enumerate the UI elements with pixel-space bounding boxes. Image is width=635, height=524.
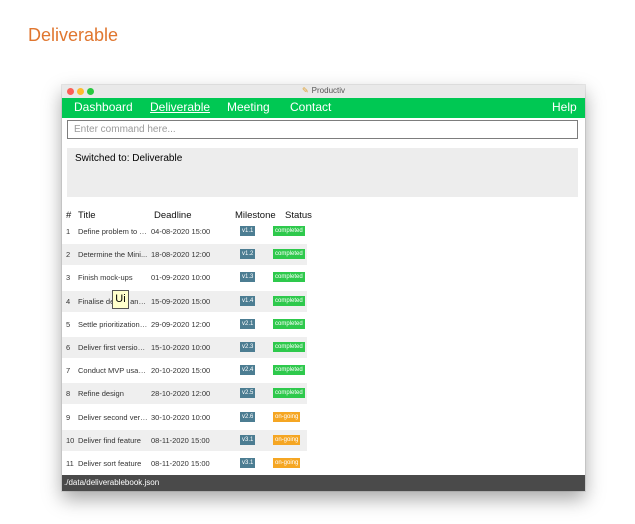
status-badge: completed	[273, 388, 305, 399]
item-deadline: 28-10-2020 12:00	[151, 389, 211, 399]
status-badge: completed	[273, 295, 305, 306]
milestone-badge: v2.5	[240, 388, 256, 399]
item-title: Finish mock-ups	[78, 273, 133, 283]
result-display: Switched to: Deliverable	[67, 148, 578, 197]
milestone-badge: v3.1	[240, 458, 256, 468]
item-number: 5	[66, 319, 71, 329]
item-deadline: 15-09-2020 15:00	[151, 296, 211, 306]
milestone-badge: v2.3	[240, 342, 256, 352]
status-badge: on-going	[273, 458, 301, 468]
menu-meeting[interactable]: Meeting	[227, 100, 270, 114]
list-item[interactable]: 6 Deliver first version ... 15-10-2020 10:…	[62, 337, 307, 358]
item-number: 6	[66, 343, 71, 352]
header-status: Status	[285, 210, 312, 221]
item-title: Refine design	[78, 389, 124, 399]
item-number: 3	[66, 273, 71, 283]
menu-dashboard[interactable]: Dashboard	[74, 100, 133, 114]
item-deadline: 15-10-2020 10:00	[151, 343, 211, 352]
item-deadline: 04-08-2020 15:00	[151, 227, 211, 236]
menu-deliverable[interactable]: Deliverable	[150, 100, 210, 114]
item-deadline: 29-09-2020 12:00	[151, 319, 211, 329]
item-title: Deliver first version ...	[78, 343, 148, 352]
item-number: 2	[66, 250, 71, 260]
milestone-badge: v1.4	[240, 295, 256, 306]
app-window: ✎ Productiv Dashboard Deliverable Meeting…	[62, 85, 585, 491]
milestone-badge: v1.2	[240, 249, 256, 260]
item-number: 4	[66, 296, 71, 306]
menu-contact[interactable]: Contact	[290, 100, 331, 114]
app-icon: ✎	[301, 86, 309, 95]
status-badge: on-going	[273, 411, 301, 422]
item-number: 9	[66, 412, 71, 422]
item-deadline: 08-11-2020 15:00	[151, 435, 210, 445]
result-text: Switched to: Deliverable	[75, 153, 183, 164]
item-number: 8	[66, 389, 71, 399]
window-title: ✎ Productiv	[62, 86, 585, 95]
menu-bar: Dashboard Deliverable Meeting Contact He…	[62, 98, 585, 118]
status-badge: completed	[273, 249, 305, 260]
milestone-badge: v2.4	[240, 365, 256, 376]
milestone-badge: v1.1	[240, 226, 256, 236]
item-title: Define problem to s...	[78, 227, 148, 236]
status-bar-path: ./data/deliverablebook.json	[64, 478, 160, 487]
item-deadline: 20-10-2020 15:00	[151, 366, 211, 376]
item-number: 7	[66, 366, 71, 376]
page-heading: Deliverable	[28, 25, 119, 45]
list-item[interactable]: 2 Determine the Mini... 18-08-2020 12:00 v1…	[62, 244, 307, 266]
item-number: 11	[66, 459, 74, 468]
status-badge: completed	[273, 226, 305, 236]
milestone-badge: v1.3	[240, 272, 256, 283]
header-title: Title	[78, 210, 96, 221]
list-item[interactable]: 7 Conduct MVP usabil... 20-10-2020 15:00 v2…	[62, 360, 307, 381]
item-deadline: 08-11-2020 15:00	[151, 459, 210, 468]
title-bar[interactable]: ✎ Productiv	[62, 85, 585, 99]
item-title: Deliver second versi...	[78, 412, 148, 422]
milestone-badge: v2.1	[240, 318, 256, 329]
header-deadline: Deadline	[154, 210, 192, 221]
item-deadline: 01-09-2020 10:00	[151, 273, 211, 283]
list-item[interactable]: 8 Refine design 28-10-2020 12:00 v2.5 comple…	[62, 383, 307, 405]
status-bar: ./data/deliverablebook.json	[62, 475, 585, 491]
window-title-text: Productiv	[311, 86, 346, 95]
list-item[interactable]: 9 Deliver second versi... 30-10-2020 10:00…	[62, 407, 307, 428]
list-item[interactable]: 3 Finish mock-ups 01-09-2020 10:00 v1.3 comp…	[62, 267, 307, 288]
item-title: Conduct MVP usabil...	[78, 366, 148, 376]
menu-help[interactable]: Help	[552, 100, 577, 114]
list-item[interactable]: 5 Settle prioritization o... 29-09-2020 12…	[62, 314, 307, 335]
item-title: Deliver find feature	[78, 435, 141, 445]
milestone-badge: v2.6	[240, 411, 256, 422]
item-deadline: 30-10-2020 10:00	[151, 412, 211, 422]
command-input[interactable]	[67, 120, 578, 139]
item-deadline: 18-08-2020 12:00	[151, 250, 211, 260]
tooltip: Ui	[112, 290, 129, 309]
status-badge: completed	[273, 342, 305, 352]
header-number: #	[66, 210, 72, 221]
list-item[interactable]: 10 Deliver find feature 08-11-2020 15:00 v3…	[62, 429, 307, 451]
item-title: Determine the Mini...	[78, 250, 148, 260]
status-badge: completed	[273, 318, 305, 329]
item-title: Deliver sort feature	[78, 459, 142, 468]
item-title: Settle prioritization o...	[78, 319, 148, 329]
status-badge: completed	[273, 365, 305, 376]
header-milestone: Milestone	[235, 210, 276, 221]
item-number: 1	[66, 227, 71, 236]
status-badge: completed	[273, 272, 305, 283]
status-badge: on-going	[273, 434, 301, 445]
milestone-badge: v3.1	[240, 434, 256, 445]
list-item[interactable]: 4Finalise design and ...15-09-2020 15:00…	[62, 290, 307, 312]
list-item[interactable]: 11 Deliver sort feature 08-11-2020 15:00 v3…	[62, 453, 307, 474]
list-item[interactable]: 1 Define problem to s... 04-08-2020 15:00 v…	[62, 221, 307, 242]
item-number: 10	[66, 435, 75, 445]
